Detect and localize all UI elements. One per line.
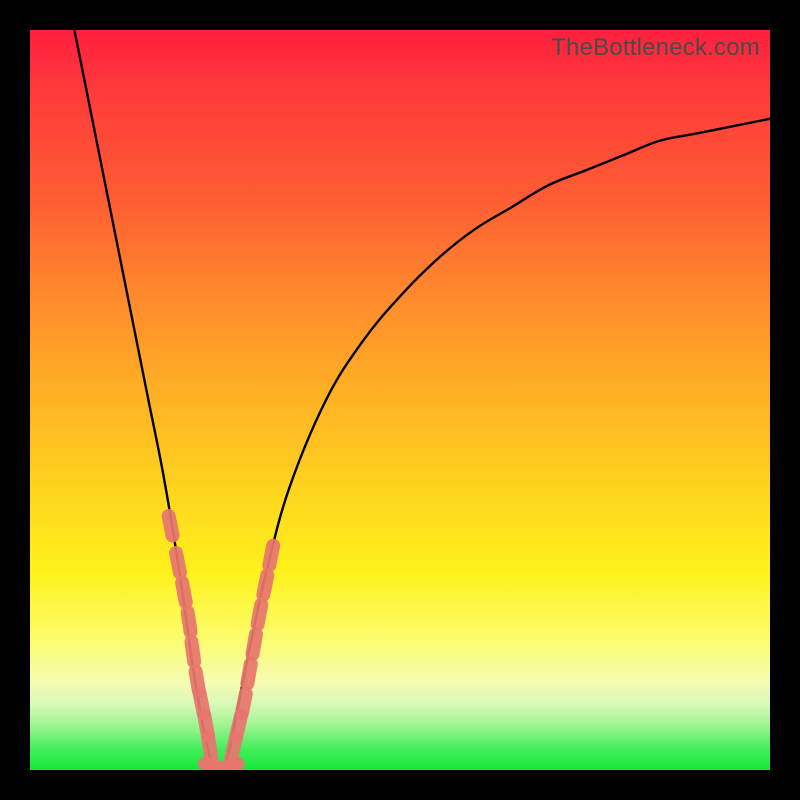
watermark-text: TheBottleneck.com	[551, 34, 760, 62]
marker-bead	[200, 694, 204, 714]
marker-bead	[236, 716, 241, 735]
marker-bead	[269, 546, 273, 566]
marker-bead	[258, 605, 262, 625]
marker-bead	[188, 612, 191, 632]
marker-bead	[220, 764, 237, 769]
marker-bead	[208, 738, 211, 758]
marker-bead	[204, 716, 208, 736]
marker-bead	[182, 583, 186, 603]
marker-bead	[205, 764, 222, 769]
bottleneck-curve	[74, 30, 770, 770]
marker-bead	[247, 664, 250, 684]
marker-bead	[231, 738, 236, 757]
marker-bead	[191, 642, 194, 662]
marker-bead	[252, 634, 255, 654]
chart-svg	[30, 30, 770, 770]
marker-bead	[215, 767, 233, 770]
marker-bead	[196, 671, 199, 691]
marker-bead	[263, 575, 267, 595]
bottleneck-curve-path	[74, 30, 770, 770]
marker-dots	[169, 516, 274, 769]
marker-bead	[176, 553, 180, 573]
marker-bead	[169, 516, 173, 536]
chart-frame: TheBottleneck.com	[0, 0, 800, 800]
marker-bead	[242, 694, 246, 714]
marker-bead	[210, 767, 228, 770]
chart-plot-area: TheBottleneck.com	[30, 30, 770, 770]
